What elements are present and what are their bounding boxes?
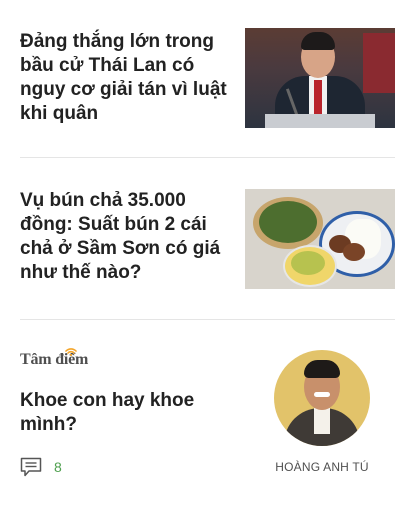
broadcast-icon [65,348,77,356]
article-card[interactable]: Đảng thắng lớn trong bầu cử Thái Lan có … [20,28,395,128]
article-card[interactable]: Vụ bún chả 35.000 đồng: Suất bún 2 cái c… [20,189,395,289]
divider [20,319,395,320]
comment-count: 8 [54,459,62,475]
divider [20,157,395,158]
author-name[interactable]: HOÀNG ANH TÚ [264,460,380,474]
opinion-title[interactable]: Khoe con hay khoe mình? [20,389,220,437]
article-title[interactable]: Vụ bún chả 35.000 đồng: Suất bún 2 cái c… [20,189,240,285]
author-avatar[interactable] [274,350,370,446]
comment-link[interactable]: 8 [20,457,62,477]
comment-icon [20,457,42,477]
article-thumbnail[interactable] [245,189,395,289]
section-label[interactable]: Tâm điểm [20,351,88,369]
article-title[interactable]: Đảng thắng lớn trong bầu cử Thái Lan có … [20,30,240,126]
article-thumbnail[interactable] [245,28,395,128]
